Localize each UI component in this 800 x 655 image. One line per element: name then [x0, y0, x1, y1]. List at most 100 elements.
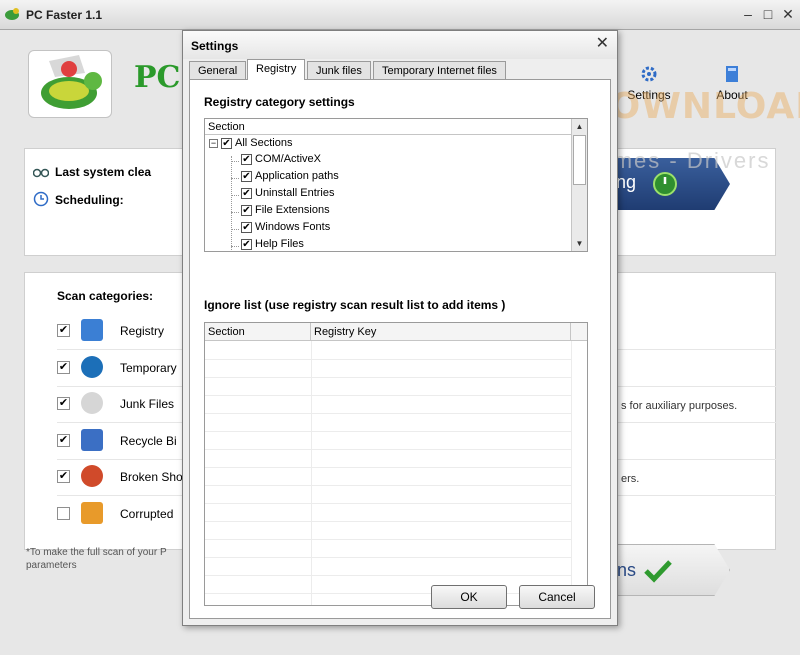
- ignore-list-title: Ignore list (use registry scan result li…: [204, 298, 506, 312]
- tree-line: [231, 156, 232, 252]
- recycle-bin-checkbox[interactable]: ✔: [57, 434, 70, 447]
- scroll-thumb[interactable]: [573, 135, 586, 185]
- corrupted-label: Corrupted: [120, 507, 174, 521]
- app-logo: [28, 50, 112, 118]
- grid-line: [205, 503, 571, 504]
- scan-action-button[interactable]: ns: [600, 544, 730, 596]
- action-button-text: ng: [616, 172, 637, 192]
- last-clean-label: Last system clea: [55, 165, 152, 179]
- grid-col-registry-key[interactable]: Registry Key: [311, 323, 571, 341]
- tree-line: [231, 212, 239, 213]
- power-icon: [653, 172, 677, 196]
- grid-line: [205, 521, 571, 522]
- junk-files-checkbox[interactable]: ✔: [57, 397, 70, 410]
- tree-line: [231, 246, 239, 247]
- scan-categories-label: Scan categories:: [57, 289, 154, 303]
- tree-root-node[interactable]: − ✔ All Sections: [209, 137, 292, 153]
- last-clean-row: Last system clea: [33, 165, 152, 179]
- tab-registry[interactable]: Registry: [247, 59, 306, 80]
- registry-section-title: Registry category settings: [204, 95, 355, 109]
- registry-label: Registry: [120, 324, 165, 338]
- grid-line: [205, 395, 571, 396]
- grid-col-section[interactable]: Section: [205, 323, 311, 341]
- tree-line: [231, 178, 239, 179]
- dialog-title-bar: Settings ✕: [183, 31, 617, 59]
- file-extensions-label: File Extensions: [255, 204, 330, 216]
- grid-line: [205, 557, 571, 558]
- grid-line: [311, 341, 312, 605]
- broken-shortcut-icon: [81, 465, 103, 487]
- uninstall-entries-checkbox[interactable]: ✔: [241, 187, 252, 199]
- tree-scrollbar[interactable]: ▲ ▼: [571, 119, 587, 251]
- grid-line: [205, 377, 571, 378]
- clock-icon: [33, 191, 49, 207]
- ignore-list-grid[interactable]: Section Registry Key: [204, 322, 588, 606]
- grid-line: [571, 341, 572, 605]
- tree-item-com-activex[interactable]: ✔ COM/ActiveX: [241, 153, 321, 169]
- binoculars-icon: [33, 168, 49, 178]
- corrupted-checkbox[interactable]: [57, 507, 70, 520]
- footnote: *To make the full scan of your P paramet…: [26, 547, 167, 571]
- temporary-label: Temporary: [120, 361, 177, 375]
- main-title-bar: PC Faster 1.1 – □ ✕: [0, 0, 800, 30]
- application-paths-label: Application paths: [255, 170, 339, 182]
- tree-root-label: All Sections: [235, 137, 293, 149]
- tree-line: [231, 229, 239, 230]
- application-paths-checkbox[interactable]: ✔: [241, 170, 252, 182]
- temporary-checkbox[interactable]: ✔: [57, 361, 70, 374]
- close-window-button[interactable]: ✕: [780, 6, 796, 22]
- crumpled-paper-icon: [81, 392, 103, 414]
- turtle-logo-icon: [41, 55, 102, 109]
- recycle-bin-icon: [81, 429, 103, 451]
- grid-line: [205, 467, 571, 468]
- file-extensions-checkbox[interactable]: ✔: [241, 204, 252, 216]
- tree-item-help-files[interactable]: ✔ Help Files: [241, 238, 304, 254]
- tab-junk-files[interactable]: Junk files: [307, 61, 371, 79]
- maximize-button[interactable]: □: [760, 6, 776, 22]
- recycle-bin-label: Recycle Bi: [120, 434, 177, 448]
- com-activex-label: COM/ActiveX: [255, 153, 322, 165]
- tree-item-application-paths[interactable]: ✔ Application paths: [241, 170, 339, 186]
- main-window-title: PC Faster 1.1: [26, 8, 103, 22]
- com-activex-checkbox[interactable]: ✔: [241, 153, 252, 165]
- junk-files-label: Junk Files: [120, 397, 175, 411]
- minimize-button[interactable]: –: [740, 6, 756, 22]
- registry-section-tree[interactable]: Section − ✔ All Sections ✔ COM/ActiveX ✔ App…: [204, 118, 588, 252]
- tab-general[interactable]: General: [189, 61, 247, 79]
- grid-header: Section Registry Key: [205, 323, 587, 341]
- grid-line: [205, 575, 571, 576]
- grid-line: [205, 413, 571, 414]
- checkmark-icon: [644, 560, 672, 583]
- tree-item-file-extensions[interactable]: ✔ File Extensions: [241, 204, 330, 220]
- registry-icon: [81, 319, 103, 341]
- collapse-icon[interactable]: −: [209, 138, 218, 148]
- help-files-label: Help Files: [255, 238, 304, 250]
- ok-button[interactable]: OK: [431, 585, 507, 609]
- tree-item-windows-fonts[interactable]: ✔ Windows Fonts: [241, 221, 330, 237]
- broken-shortcuts-checkbox[interactable]: ✔: [57, 470, 70, 483]
- help-files-checkbox[interactable]: ✔: [241, 238, 252, 250]
- settings-dialog: Settings ✕ General Registry Junk files T…: [182, 30, 618, 626]
- cancel-button[interactable]: Cancel: [519, 585, 595, 609]
- registry-checkbox[interactable]: ✔: [57, 324, 70, 337]
- tree-item-uninstall-entries[interactable]: ✔ Uninstall Entries: [241, 187, 334, 203]
- app-turtle-icon: [5, 8, 19, 20]
- tab-temporary-internet-files[interactable]: Temporary Internet files: [373, 61, 506, 79]
- tree-header: Section: [205, 119, 572, 135]
- uninstall-entries-label: Uninstall Entries: [255, 187, 335, 199]
- grid-line: [205, 485, 571, 486]
- windows-fonts-checkbox[interactable]: ✔: [241, 221, 252, 233]
- scan-button-text: ns: [617, 560, 637, 580]
- tree-line: [231, 195, 239, 196]
- all-sections-checkbox[interactable]: ✔: [221, 137, 232, 149]
- dialog-title: Settings: [191, 39, 239, 53]
- scroll-up-icon[interactable]: ▲: [572, 119, 587, 134]
- broken-shortcuts-label: Broken Sho: [120, 470, 183, 484]
- dialog-close-icon[interactable]: ✕: [596, 35, 609, 53]
- scheduling-row: Scheduling:: [33, 191, 124, 207]
- registry-tab-content: Registry category settings Section − ✔ All…: [189, 79, 611, 619]
- auxiliary-note: s for auxiliary purposes.: [621, 400, 738, 412]
- ers-note: ers.: [621, 473, 640, 485]
- scroll-down-icon[interactable]: ▼: [572, 236, 587, 251]
- book-icon: [726, 66, 738, 82]
